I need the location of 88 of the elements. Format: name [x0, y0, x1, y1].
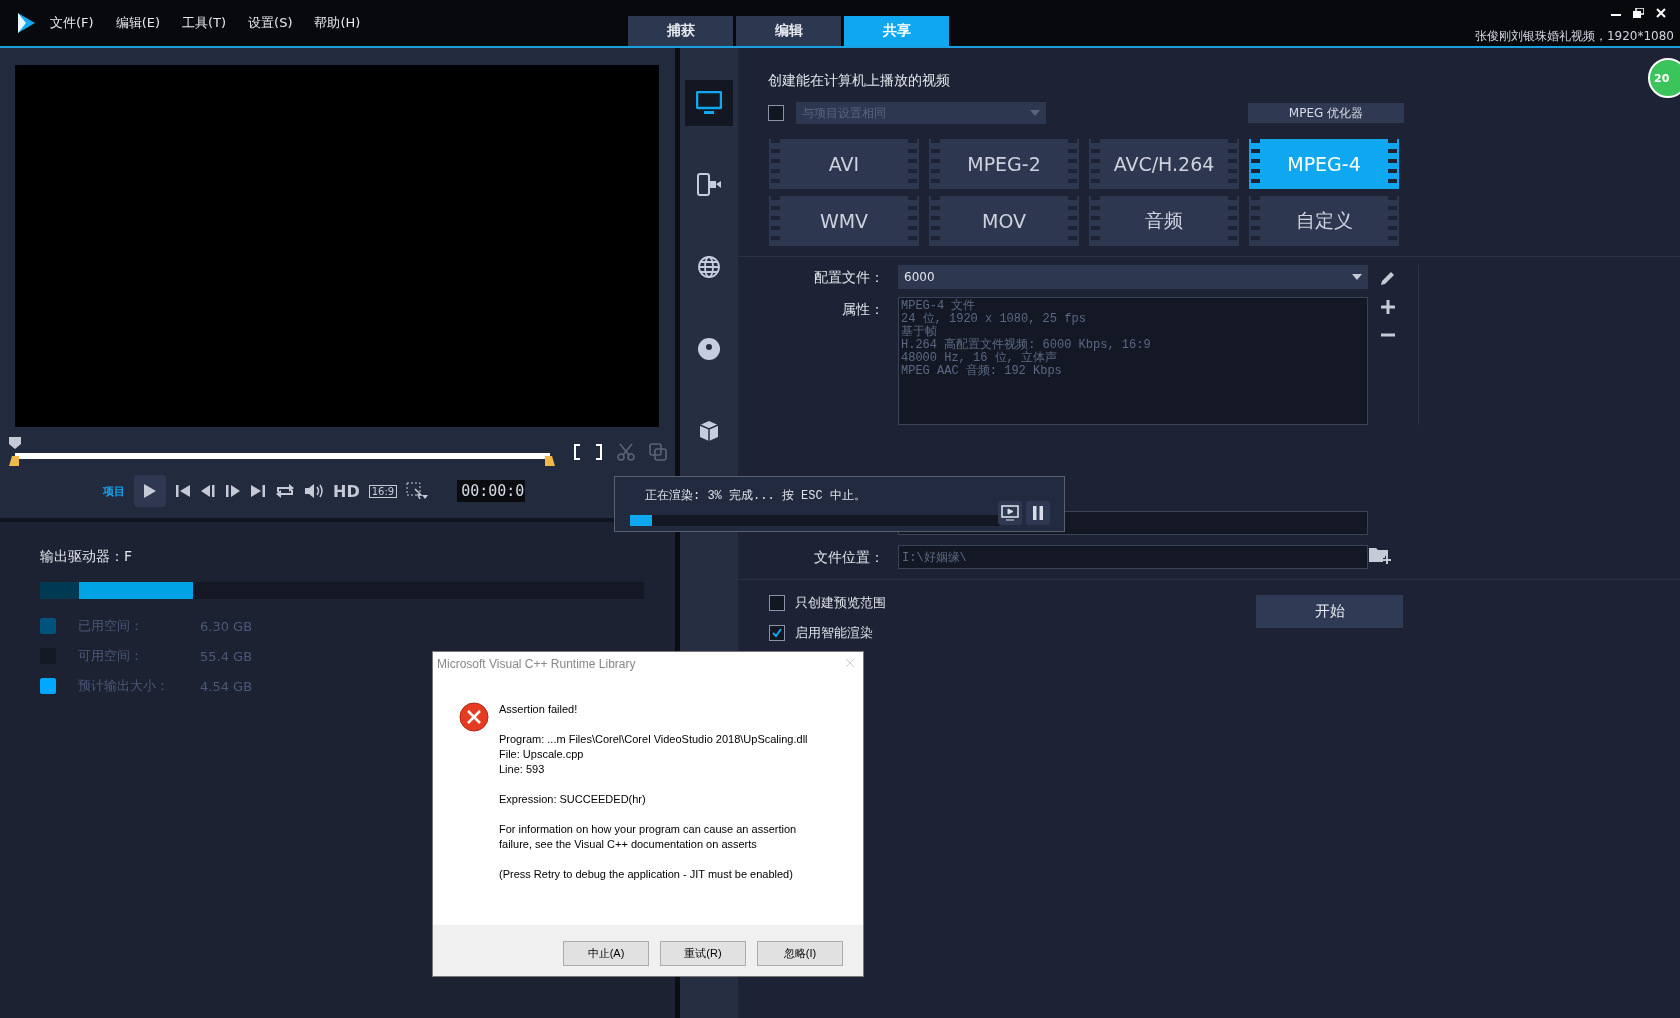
properties-label: 属性：: [841, 300, 885, 319]
pencil-icon: [1379, 269, 1397, 287]
check-icon: [772, 628, 782, 638]
folder-add-icon: [1368, 545, 1392, 565]
option-label: 启用智能渲染: [795, 624, 873, 642]
legend-label: 预计输出大小：: [78, 677, 170, 695]
plus-icon: [1380, 299, 1396, 315]
hd-toggle[interactable]: HD: [333, 481, 360, 501]
timecode: 00:00:0: [457, 480, 526, 502]
dialog-hint: (Press Retry to debug the application - JIT must be enabled): [499, 867, 794, 882]
format-button[interactable]: 自定义: [1249, 196, 1399, 246]
dialog-detail: Program: ...m Files\Corel\Corel VideoStudio 2018\UpScaling.dll: [499, 732, 809, 747]
legend-value: 6.30 GB: [200, 618, 253, 634]
disc-icon: [697, 337, 721, 361]
close-icon: [1656, 8, 1666, 18]
legend-label: 可用空间：: [78, 647, 144, 665]
dialog-detail: File: Upscale.cpp: [499, 747, 585, 762]
legend-value: 4.54 GB: [200, 678, 253, 694]
menu-item[interactable]: 帮助(H): [314, 14, 361, 32]
dialog-title: Microsoft Visual C++ Runtime Library: [436, 656, 637, 673]
cube-icon: [697, 419, 721, 443]
legend-value: 55.4 GB: [200, 648, 253, 664]
playhead-icon[interactable]: [9, 437, 21, 449]
repeat-icon: [275, 483, 295, 499]
globe-icon: [697, 255, 721, 279]
monitor-play-icon: [1001, 505, 1019, 521]
profile-label: 配置文件：: [813, 268, 885, 287]
restore-icon: [1633, 8, 1644, 18]
dialog-heading: Assertion failed!: [499, 702, 579, 717]
crop-select-icon: [406, 482, 429, 500]
project-title: 张俊刚刘银珠婚礼视频，1920*1080: [1474, 28, 1674, 45]
mode-tab[interactable]: 捕获: [628, 16, 733, 46]
monitor-icon: [696, 91, 722, 115]
error-icon: [459, 702, 489, 732]
option-label: 只创建预览范围: [795, 594, 886, 612]
file-location-label: 文件位置：: [813, 548, 885, 567]
play-icon: [143, 483, 157, 499]
step-back-icon: [200, 484, 216, 498]
phone-camera-icon: [696, 173, 722, 197]
format-button[interactable]: 音频: [1089, 196, 1239, 246]
scissors-icon: [617, 443, 635, 461]
properties-box: MPEG-4 文件 24 位, 1920 x 1080, 25 fps 基于帧 H.264 高配置文件视频: 6000 Kbps, 16:9 48000 Hz, 16 位, 立体声 MPEG AAC 音频: 192 Kbps: [898, 297, 1368, 425]
close-icon: [845, 658, 855, 668]
dialog-button[interactable]: 中止(A): [563, 941, 649, 966]
menu-item[interactable]: 文件(F): [50, 14, 94, 32]
checkbox[interactable]: [769, 595, 785, 611]
dialog-detail: Line: 593: [499, 762, 546, 777]
dialog-button[interactable]: 忽略(I): [757, 941, 843, 966]
caret-icon: [1030, 110, 1040, 116]
format-button[interactable]: AVC/H.264: [1089, 139, 1239, 189]
play-logo-icon: [16, 12, 36, 34]
legend-label: 已用空间：: [78, 617, 144, 635]
profile-dropdown[interactable]: 6000: [898, 265, 1368, 289]
format-button[interactable]: MPEG-2: [929, 139, 1079, 189]
mark-out-icon: [595, 444, 603, 460]
skip-start-icon: [175, 484, 191, 498]
share-target-button[interactable]: [685, 80, 733, 126]
copy-icon: [649, 443, 667, 461]
mpeg-optimizer-button[interactable]: MPEG 优化器: [1248, 103, 1404, 123]
format-button[interactable]: AVI: [769, 139, 919, 189]
dialog-button[interactable]: 重试(R): [660, 941, 746, 966]
checkbox[interactable]: [768, 105, 784, 121]
checkbox[interactable]: [769, 625, 785, 641]
preview-button[interactable]: [998, 501, 1022, 525]
output-drive-label: 输出驱动器：F: [40, 548, 134, 566]
project-mode-label[interactable]: 项目: [15, 483, 125, 499]
skip-end-icon: [250, 484, 266, 498]
trim-handle-icon[interactable]: [9, 456, 19, 466]
format-button[interactable]: WMV: [769, 196, 919, 246]
menu-item[interactable]: 设置(S): [248, 14, 293, 32]
play-button[interactable]: [134, 475, 166, 507]
dialog-info: For information on how your program can cause an assertion failure, see the Visual C++ documentation on asserts: [499, 822, 798, 852]
menu-item[interactable]: 编辑(E): [115, 14, 160, 32]
menu-item[interactable]: 工具(T): [182, 14, 227, 32]
caret-icon: [1352, 274, 1362, 280]
start-button[interactable]: 开始: [1256, 595, 1403, 628]
section-title: 创建能在计算机上播放的视频: [768, 72, 950, 90]
volume-icon: [304, 483, 324, 499]
render-status: 正在渲染: 3% 完成... 按 ESC 中止。: [645, 488, 866, 504]
pause-icon: [1032, 506, 1044, 520]
aspect-ratio-button[interactable]: 16:9: [368, 484, 398, 498]
mode-tab[interactable]: 编辑: [736, 16, 841, 46]
dialog-expression: Expression: SUCCEEDED(hr): [499, 792, 647, 807]
trim-handle-icon[interactable]: [545, 456, 555, 466]
format-button[interactable]: MOV: [929, 196, 1079, 246]
mark-in-icon: [573, 444, 581, 460]
pause-button[interactable]: [1026, 501, 1050, 525]
step-forward-icon: [225, 484, 241, 498]
